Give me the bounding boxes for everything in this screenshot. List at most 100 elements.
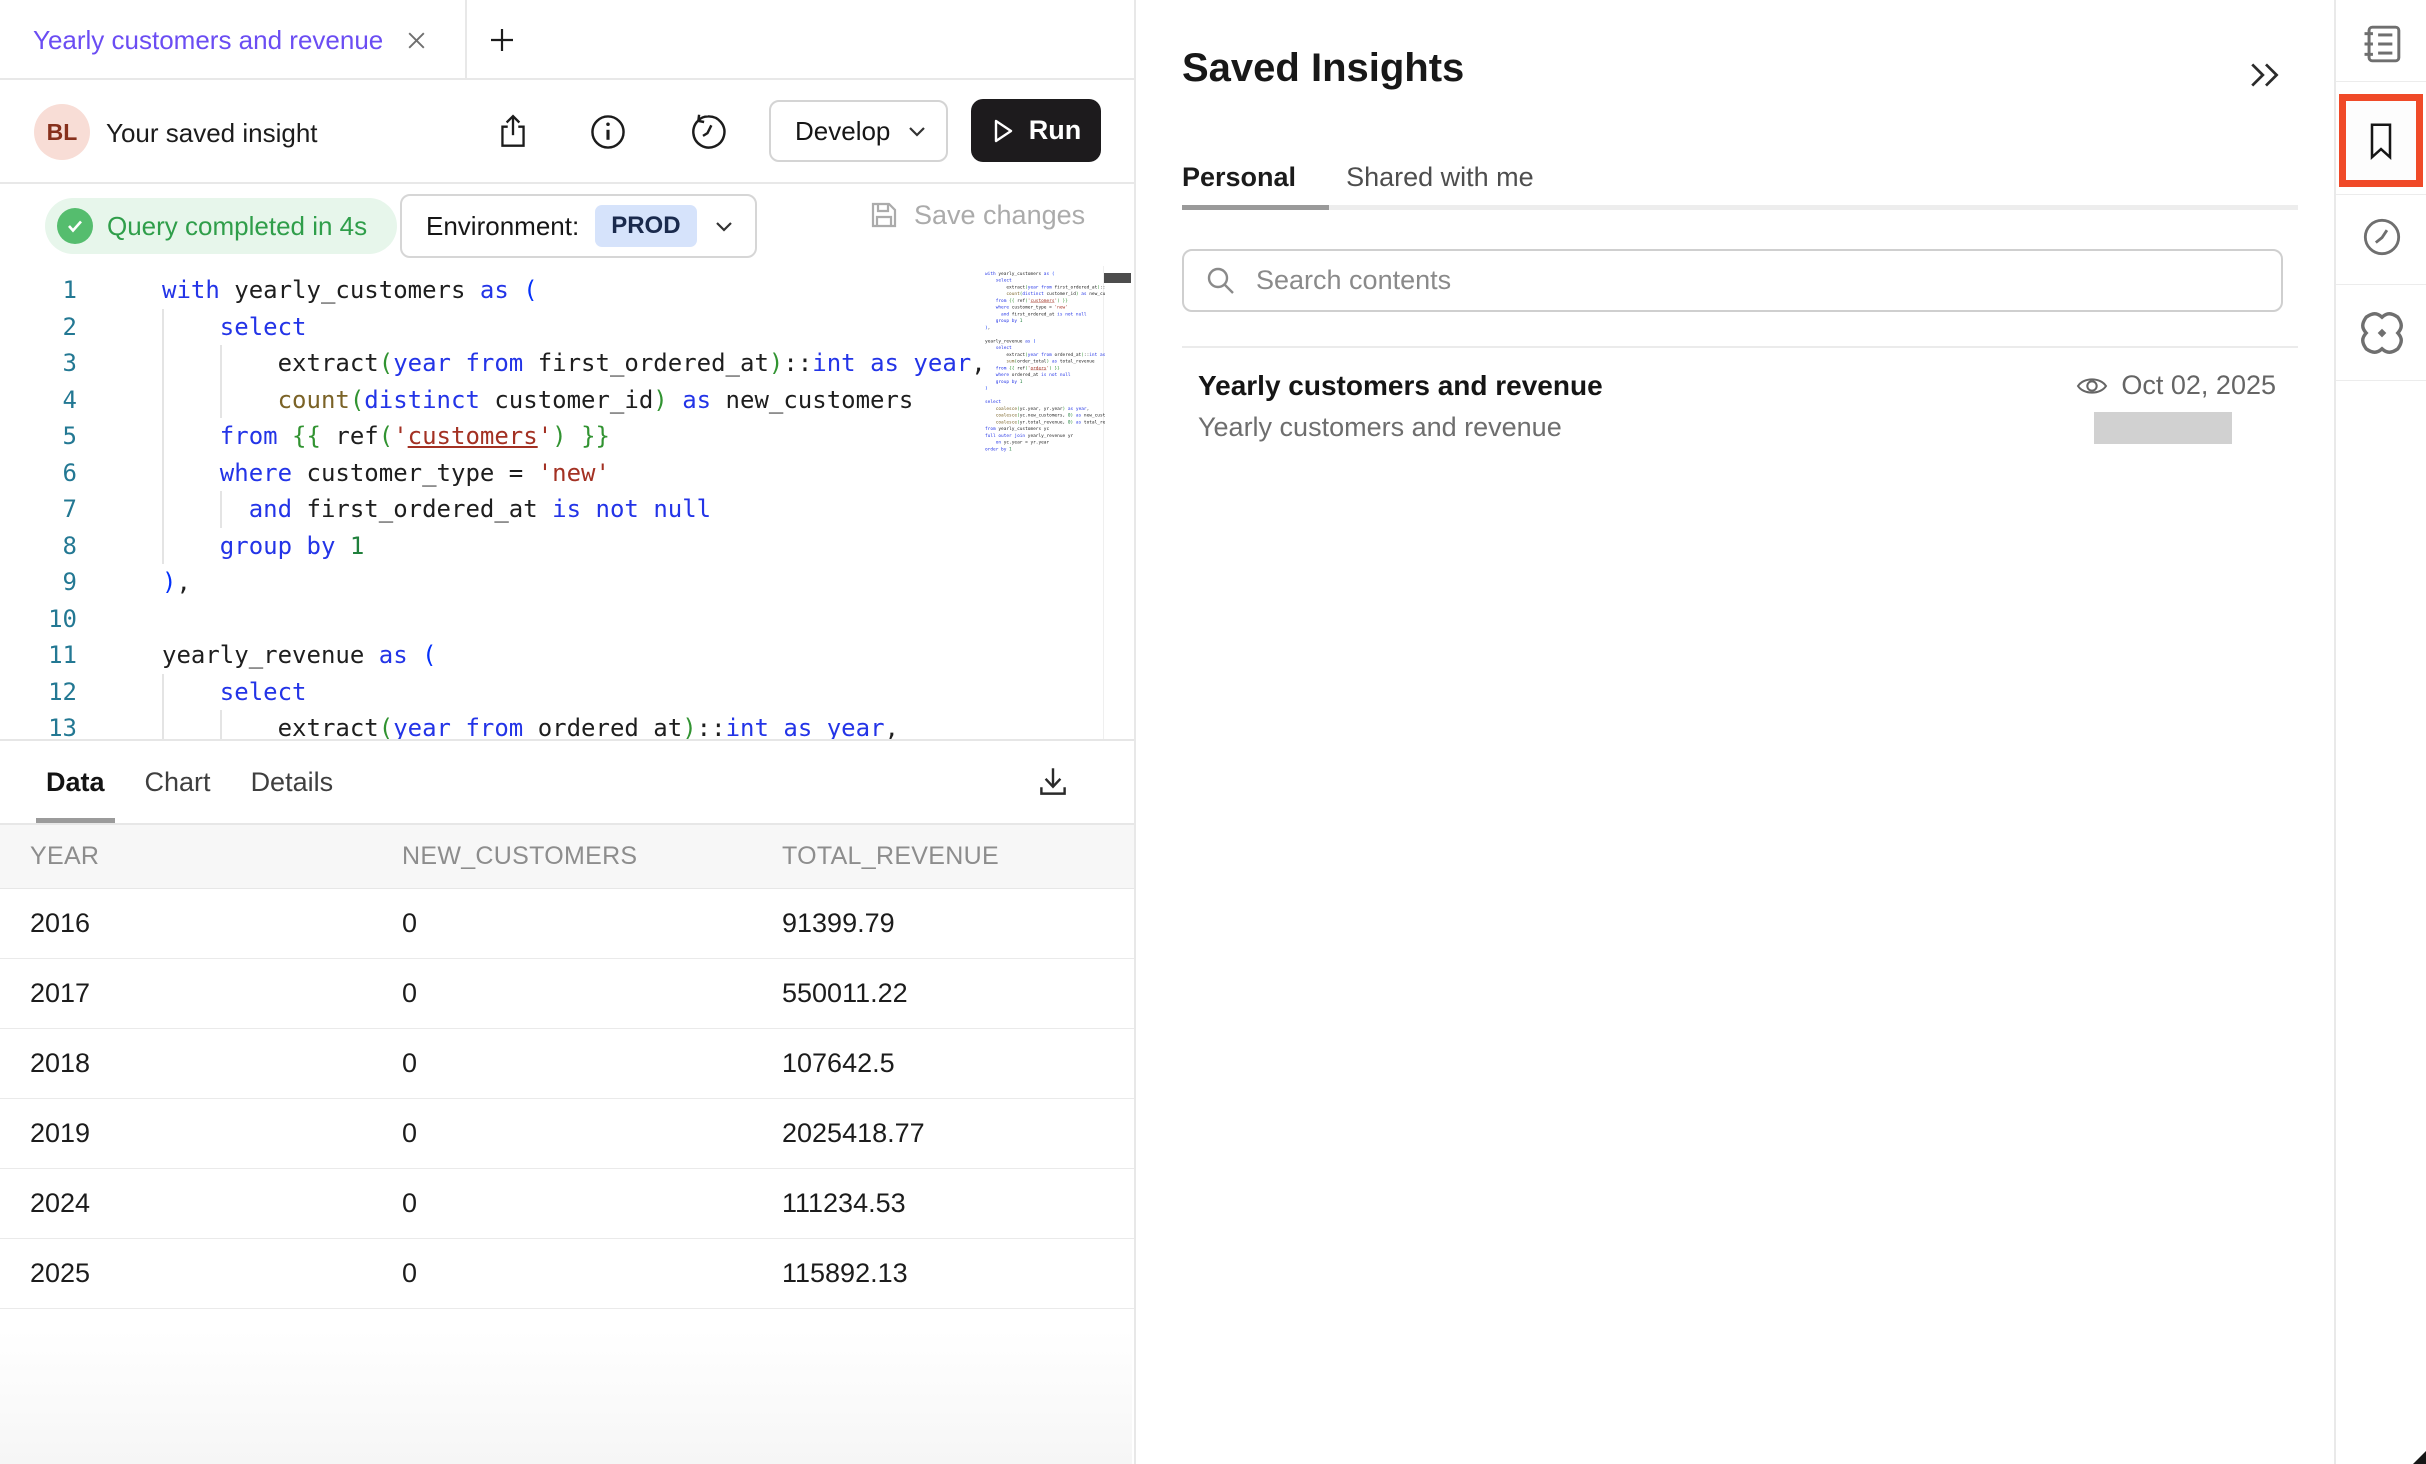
- query-status-text: Query completed in 4s: [107, 211, 367, 242]
- tab-details[interactable]: Details: [251, 741, 334, 823]
- save-changes-button[interactable]: Save changes: [868, 199, 1085, 231]
- line-number: 8: [0, 528, 77, 565]
- notebook-icon[interactable]: [2360, 22, 2404, 66]
- line-number: 13: [0, 710, 77, 739]
- bookmark-icon: [2363, 119, 2399, 163]
- insight-meta: Oct 02, 2025: [2075, 370, 2276, 401]
- code-line: and first_ordered_at is not null: [985, 311, 1105, 318]
- info-icon[interactable]: [588, 112, 628, 152]
- column-header-new-customers[interactable]: NEW_CUSTOMERS: [402, 842, 782, 871]
- code-line: on yc.year = yr.year: [985, 439, 1105, 446]
- code-line: select: [162, 674, 986, 711]
- query-status-bar: Query completed in 4s Environment: PROD …: [0, 185, 1134, 266]
- sql-editor[interactable]: 12345678910111213 with yearly_customers …: [0, 266, 1134, 739]
- tab-close-icon[interactable]: [405, 29, 428, 52]
- tab-shared-with-me[interactable]: Shared with me: [1346, 162, 1534, 193]
- code-line: [162, 601, 986, 638]
- tab-yearly-customers-and-revenue[interactable]: Yearly customers and revenue: [0, 0, 467, 80]
- insight-date: Oct 02, 2025: [2121, 370, 2276, 401]
- tab-personal[interactable]: Personal: [1182, 162, 1296, 193]
- code-line: where customer_type = 'new': [162, 455, 986, 492]
- saved-insight-list-item[interactable]: Yearly customers and revenue Yearly cust…: [1182, 366, 2298, 462]
- code-line: from {{ ref('customers') }}: [162, 418, 986, 455]
- table-cell: 0: [402, 1188, 782, 1219]
- insight-subtitle: Yearly customers and revenue: [1198, 412, 1562, 443]
- code-line: where customer_type = 'new': [985, 304, 1105, 311]
- right-icon-rail: [2334, 0, 2426, 1464]
- code-line: coalesce(yc.year, yr.year) as year,: [985, 405, 1105, 412]
- table-cell: 111234.53: [782, 1188, 1134, 1219]
- tab-chart[interactable]: Chart: [145, 741, 211, 823]
- code-lines[interactable]: with yearly_customers as ( select extrac…: [162, 272, 986, 739]
- code-line: select: [985, 398, 1105, 405]
- code-line: yearly_revenue as (: [985, 338, 1105, 345]
- code-line: yearly_revenue as (: [162, 637, 986, 674]
- develop-dropdown[interactable]: Develop: [769, 100, 948, 162]
- code-line: group by 1: [985, 317, 1105, 324]
- run-button[interactable]: Run: [971, 99, 1101, 162]
- table-cell: 0: [402, 1048, 782, 1079]
- table-cell: 2018: [30, 1048, 402, 1079]
- bookmark-icon-active[interactable]: [2339, 94, 2423, 187]
- line-number: 1: [0, 272, 77, 309]
- code-line: count(distinct customer_id) as new_custo…: [162, 382, 986, 419]
- search-box[interactable]: [1182, 249, 2283, 312]
- line-number: 9: [0, 564, 77, 601]
- table-cell: 2025418.77: [782, 1118, 1134, 1149]
- code-line: sum(order_total) as total_revenue: [985, 358, 1105, 365]
- code-line: count(distinct customer_id) as new_custo…: [985, 290, 1105, 297]
- history-clock-icon[interactable]: [2361, 216, 2403, 258]
- code-line: ),: [162, 564, 986, 601]
- column-header-total-revenue[interactable]: TOTAL_REVENUE: [782, 842, 1134, 871]
- editor-minimap[interactable]: with yearly_customers as ( select extrac…: [985, 270, 1105, 730]
- table-row[interactable]: 20250115892.13: [0, 1239, 1134, 1309]
- editor-tab-bar: Yearly customers and revenue: [0, 0, 1134, 80]
- table-cell: 0: [402, 1258, 782, 1289]
- code-line: full outer join yearly_revenue yr: [985, 432, 1105, 439]
- line-number-gutter: 12345678910111213: [0, 272, 105, 739]
- resize-corner-mark: [2413, 1451, 2426, 1464]
- chevron-down-icon: [906, 121, 928, 141]
- saved-insights-panel: Saved Insights Personal Shared with me Y…: [1134, 0, 2334, 1464]
- table-cell: 2017: [30, 978, 402, 1009]
- code-line: group by 1: [162, 528, 986, 565]
- code-line: where ordered_at is not null: [985, 371, 1105, 378]
- editor-scrollbar-thumb[interactable]: [1104, 273, 1131, 283]
- search-input[interactable]: [1256, 265, 2261, 296]
- share-icon[interactable]: [494, 112, 532, 152]
- line-number: 6: [0, 455, 77, 492]
- version-history-icon[interactable]: [688, 112, 728, 152]
- tab-data[interactable]: Data: [46, 741, 105, 823]
- line-number: 4: [0, 382, 77, 419]
- save-changes-label: Save changes: [914, 200, 1085, 231]
- insight-skeleton-bar: [2094, 412, 2232, 444]
- environment-selector[interactable]: Environment: PROD: [400, 194, 757, 258]
- code-line: extract(year from ordered_at)::int as ye…: [162, 710, 986, 739]
- table-row[interactable]: 20170550011.22: [0, 959, 1134, 1029]
- table-row[interactable]: 201902025418.77: [0, 1099, 1134, 1169]
- table-cell: 550011.22: [782, 978, 1134, 1009]
- table-cell: 0: [402, 1118, 782, 1149]
- avatar-initials: BL: [47, 119, 78, 146]
- panel-title: Saved Insights: [1182, 46, 1464, 91]
- code-line: select: [985, 344, 1105, 351]
- avatar: BL: [34, 104, 90, 160]
- table-cell: 2019: [30, 1118, 402, 1149]
- code-line: coalesce(yr.total_revenue, 0) as total_r…: [985, 419, 1105, 426]
- column-header-year[interactable]: YEAR: [30, 842, 402, 871]
- code-line: [985, 331, 1105, 338]
- new-tab-plus-icon[interactable]: [487, 25, 517, 55]
- table-row[interactable]: 20240111234.53: [0, 1169, 1134, 1239]
- download-icon[interactable]: [1034, 763, 1072, 801]
- table-row[interactable]: 20180107642.5: [0, 1029, 1134, 1099]
- insight-owner-label: Your saved insight: [106, 118, 318, 149]
- develop-label: Develop: [795, 116, 890, 147]
- code-line: from yearly_customers yc: [985, 425, 1105, 432]
- table-row[interactable]: 2016091399.79: [0, 889, 1134, 959]
- code-line: ): [985, 385, 1105, 392]
- dbt-icon[interactable]: [2359, 310, 2405, 356]
- query-status-badge: Query completed in 4s: [45, 198, 397, 254]
- list-divider: [1182, 346, 2298, 348]
- code-line: with yearly_customers as (: [162, 272, 986, 309]
- collapse-panel-icon[interactable]: [2248, 60, 2284, 90]
